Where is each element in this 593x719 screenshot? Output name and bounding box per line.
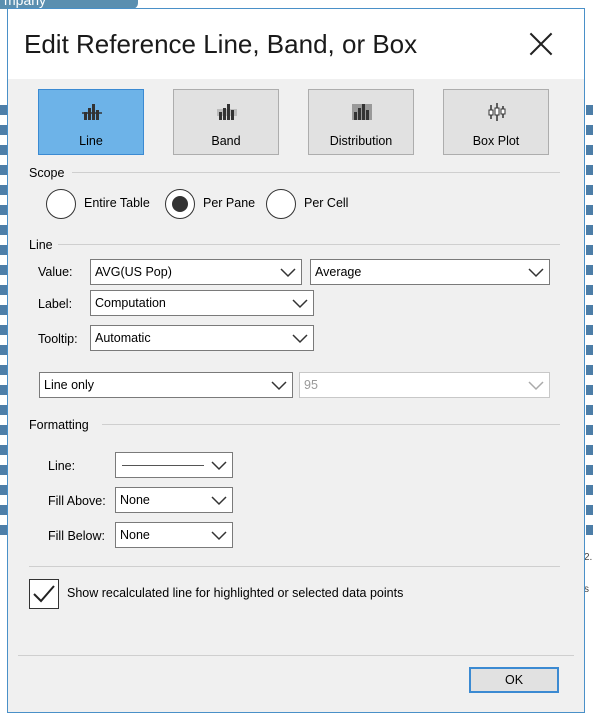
per-pane-radio[interactable] bbox=[165, 189, 195, 219]
line-chart-icon bbox=[82, 104, 102, 120]
chevron-down-icon bbox=[291, 329, 309, 347]
box-plot-type-button[interactable]: Box Plot bbox=[443, 89, 549, 155]
band-chart-icon bbox=[217, 104, 237, 120]
chevron-down-icon bbox=[527, 263, 545, 281]
edit-reference-line-dialog: Edit Reference Line, Band, or Box Line B… bbox=[7, 8, 585, 713]
label-select[interactable]: Computation bbox=[90, 290, 314, 316]
line-type-label: Line bbox=[79, 134, 103, 148]
formatting-divider bbox=[102, 424, 560, 425]
recalc-checkbox[interactable] bbox=[29, 579, 59, 609]
box-plot-type-label: Box Plot bbox=[472, 134, 520, 148]
chevron-down-icon bbox=[210, 526, 228, 544]
per-cell-label: Per Cell bbox=[304, 196, 349, 210]
chevron-down-icon bbox=[210, 491, 228, 509]
line-divider bbox=[58, 244, 560, 245]
aggregation-select[interactable]: Average bbox=[310, 259, 550, 285]
aggregation-value: Average bbox=[315, 265, 362, 279]
fill-above-value: None bbox=[120, 493, 150, 507]
value-field-select[interactable]: AVG(US Pop) bbox=[90, 259, 302, 285]
background-side-text: 2. bbox=[584, 552, 593, 563]
line-style-preview bbox=[122, 465, 204, 466]
entire-table-label: Entire Table bbox=[84, 196, 150, 210]
recalc-divider bbox=[29, 566, 560, 567]
fill-below-value: None bbox=[120, 528, 150, 542]
ok-button[interactable]: OK bbox=[469, 667, 559, 693]
title-bar: Edit Reference Line, Band, or Box bbox=[8, 9, 584, 79]
dialog-title: Edit Reference Line, Band, or Box bbox=[24, 29, 418, 59]
band-type-label: Band bbox=[211, 134, 241, 148]
fill-above-select[interactable]: None bbox=[115, 487, 233, 513]
line-mode-value: Line only bbox=[44, 378, 95, 392]
confidence-value: 95 bbox=[304, 378, 318, 392]
line-type-button[interactable]: Line bbox=[38, 89, 144, 155]
box-plot-icon bbox=[488, 103, 506, 121]
recalc-label: Show recalculated line for highlighted o… bbox=[67, 586, 404, 600]
formatting-section-label: Formatting bbox=[29, 418, 89, 432]
fill-above-label: Fill Above: bbox=[48, 494, 106, 508]
band-type-button[interactable]: Band bbox=[173, 89, 279, 155]
fill-below-label: Fill Below: bbox=[48, 529, 105, 543]
line-section-label: Line bbox=[29, 238, 53, 252]
background-stripes-right bbox=[586, 95, 593, 535]
background-tab-text: mpany bbox=[4, 0, 47, 8]
close-icon[interactable] bbox=[528, 31, 554, 57]
footer-divider bbox=[18, 655, 574, 656]
distribution-type-label: Distribution bbox=[329, 134, 393, 148]
line-mode-select[interactable]: Line only bbox=[39, 372, 293, 398]
value-field-value: AVG(US Pop) bbox=[95, 265, 172, 279]
chevron-down-icon bbox=[210, 456, 228, 474]
per-pane-label: Per Pane bbox=[203, 196, 256, 210]
chevron-down-icon bbox=[527, 376, 545, 394]
line-style-select[interactable] bbox=[115, 452, 233, 478]
fill-below-select[interactable]: None bbox=[115, 522, 233, 548]
scope-section-label: Scope bbox=[29, 166, 65, 180]
tooltip-value: Automatic bbox=[95, 331, 151, 345]
checkmark-icon bbox=[33, 585, 55, 603]
per-cell-radio[interactable] bbox=[266, 189, 296, 219]
scope-divider bbox=[72, 172, 560, 173]
value-label: Value: bbox=[38, 265, 73, 279]
chevron-down-icon bbox=[291, 294, 309, 312]
distribution-type-button[interactable]: Distribution bbox=[308, 89, 414, 155]
chevron-down-icon bbox=[279, 263, 297, 281]
entire-table-radio[interactable] bbox=[46, 189, 76, 219]
distribution-chart-icon bbox=[352, 104, 372, 120]
confidence-select: 95 bbox=[299, 372, 550, 398]
label-label: Label: bbox=[38, 297, 73, 311]
chevron-down-icon bbox=[270, 376, 288, 394]
label-value: Computation bbox=[95, 296, 166, 310]
tooltip-label: Tooltip: bbox=[38, 332, 78, 346]
tooltip-select[interactable]: Automatic bbox=[90, 325, 314, 351]
line-format-label: Line: bbox=[48, 459, 76, 473]
